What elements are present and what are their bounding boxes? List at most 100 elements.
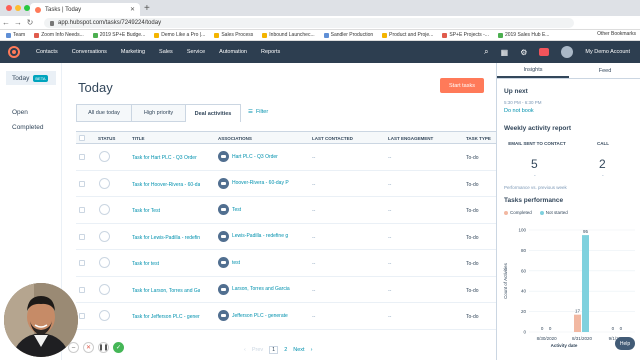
task-title-link[interactable]: Task for Hoover-Rivera - 60-day P <box>132 182 200 188</box>
row-checkbox[interactable] <box>79 180 85 187</box>
nav-contacts[interactable]: Contacts <box>36 49 58 55</box>
bookmark-item[interactable]: Inbound Launchec... <box>262 32 315 38</box>
url-field[interactable]: app.hubspot.com/tasks/7249224/today <box>44 18 574 28</box>
col-task-type[interactable]: TASK TYPE <box>466 136 491 141</box>
row-checkbox[interactable] <box>79 260 85 266</box>
table-row[interactable]: Task for Jefferson PLC - generate Jeffers… <box>76 303 496 330</box>
task-title-link[interactable]: Task for Jefferson PLC - generate <box>132 314 200 320</box>
task-title-link[interactable]: Task for Hart PLC - Q3 Order <box>132 155 200 161</box>
bookmark-item[interactable]: 2019 SP+E Budge... <box>92 32 145 38</box>
bookmark-item[interactable]: Sandler Production <box>323 32 373 38</box>
table-row[interactable]: Task for Hart PLC - Q3 Order Hart PLC - Q… <box>76 144 496 171</box>
nav-completed[interactable]: Completed <box>12 124 43 131</box>
association[interactable]: Lewis-Padilla - redefine g <box>218 230 298 242</box>
status-circle-icon[interactable] <box>99 257 110 268</box>
forward-icon[interactable]: → <box>12 18 24 27</box>
table-row[interactable]: Task for test test -- -- To-do <box>76 250 496 277</box>
association[interactable]: Jefferson PLC - generate <box>218 310 298 321</box>
pause-icon[interactable]: ❚❚ <box>98 342 109 353</box>
col-last-contacted[interactable]: LAST CONTACTED <box>312 136 353 141</box>
status-circle-icon[interactable] <box>99 283 110 295</box>
row-checkbox[interactable] <box>79 233 85 240</box>
bookmark-item[interactable]: Sales Process <box>214 32 253 38</box>
nav-conversations[interactable]: Conversations <box>72 49 107 55</box>
table-row[interactable]: Task for Lewis-Padilla - redefine g Lewis… <box>76 224 496 250</box>
association[interactable]: Hoover-Rivera - 60-day P <box>218 177 298 189</box>
bookmark-item[interactable]: Product and Proje... <box>382 32 433 38</box>
marketplace-icon[interactable]: ▦ <box>501 48 509 57</box>
account-name[interactable]: My Demo Account <box>585 49 630 55</box>
nav-service[interactable]: Service <box>187 49 205 55</box>
bookmark-item[interactable]: 2019 Sales Hub E... <box>497 32 549 38</box>
page-1[interactable]: 1 <box>269 346 279 354</box>
task-title-link[interactable]: Task for Lewis-Padilla - redefine g <box>132 235 200 241</box>
bookmark-item[interactable]: Team <box>6 32 25 38</box>
hubspot-logo-icon[interactable] <box>8 46 20 58</box>
up-next-link[interactable]: Do not book <box>504 108 534 114</box>
minimize-window-icon[interactable] <box>15 5 21 11</box>
avatar[interactable] <box>561 46 574 58</box>
filter-button[interactable]: ☰ Filter <box>248 109 268 115</box>
search-icon[interactable]: ⌕ <box>484 47 488 57</box>
notifications-icon[interactable] <box>539 48 550 56</box>
browser-tab[interactable]: Tasks | Today ✕ <box>30 3 140 16</box>
task-title-link[interactable]: Task for test <box>132 261 200 267</box>
tab-insights[interactable]: Insights <box>497 63 569 78</box>
select-all-checkbox[interactable] <box>79 135 85 141</box>
next-page-link[interactable]: Next <box>293 347 304 353</box>
reload-icon[interactable]: ↻ <box>24 18 36 27</box>
tab-deal-activities[interactable]: Deal activities <box>185 104 241 122</box>
other-bookmarks[interactable]: Other Bookmarks <box>597 31 636 37</box>
row-checkbox[interactable] <box>79 207 85 213</box>
data-label: 0 <box>612 326 615 331</box>
table-row[interactable]: Task for Test Test -- -- To-do <box>76 197 496 224</box>
association[interactable]: Larson, Torres and Garcia <box>218 283 298 295</box>
col-status[interactable]: STATUS <box>98 136 115 141</box>
settings-gear-icon[interactable]: ⚙ <box>520 48 527 57</box>
status-circle-icon[interactable] <box>99 310 110 321</box>
nav-sales[interactable]: Sales <box>159 49 173 55</box>
nav-reports[interactable]: Reports <box>261 49 280 55</box>
row-checkbox[interactable] <box>79 286 85 293</box>
start-tasks-button[interactable]: Start tasks <box>440 78 484 93</box>
tab-all-due-today[interactable]: All due today <box>76 104 131 122</box>
task-title-link[interactable]: Task for Larson, Torres and Garcia <box>132 288 200 294</box>
col-last-engagement[interactable]: LAST ENGAGEMENT <box>388 136 433 141</box>
nav-today[interactable]: Today BETA <box>6 71 56 85</box>
help-button[interactable]: Help <box>615 337 635 350</box>
table-row[interactable]: Task for Larson, Torres and Garcia Larson… <box>76 277 496 303</box>
table-row[interactable]: Task for Hoover-Rivera - 60-day P Hoover-… <box>76 171 496 197</box>
association[interactable]: Test <box>218 204 298 215</box>
tab-feed[interactable]: Feed <box>569 63 640 78</box>
finish-recording-icon[interactable]: ✓ <box>113 342 124 353</box>
task-title-link[interactable]: Task for Test <box>132 208 200 214</box>
minus-icon[interactable]: – <box>68 342 79 353</box>
row-checkbox[interactable] <box>79 313 85 319</box>
nav-automation[interactable]: Automation <box>219 49 247 55</box>
next-chevron-icon[interactable]: › <box>311 347 313 353</box>
insights-sidebar: Insights Feed Up next 5:30 PM - 6:30 PM … <box>496 63 640 360</box>
prev-chevron-icon: ‹ <box>244 347 246 353</box>
col-title[interactable]: TITLE <box>132 136 145 141</box>
status-circle-icon[interactable] <box>99 177 110 189</box>
status-circle-icon[interactable] <box>99 151 110 162</box>
row-checkbox[interactable] <box>79 154 85 160</box>
page-2[interactable]: 2 <box>284 347 287 353</box>
close-tab-icon[interactable]: ✕ <box>130 6 135 13</box>
status-circle-icon[interactable] <box>99 204 110 215</box>
association[interactable]: Hart PLC - Q3 Order <box>218 151 298 162</box>
col-associations[interactable]: ASSOCIATIONS <box>218 136 252 141</box>
nav-open[interactable]: Open <box>12 109 28 116</box>
new-tab-icon[interactable]: + <box>144 3 150 14</box>
deal-icon <box>218 177 229 189</box>
close-window-icon[interactable] <box>6 5 12 11</box>
bookmark-item[interactable]: Demo Like a Pro |... <box>154 32 205 38</box>
association[interactable]: test <box>218 257 298 268</box>
bookmark-item[interactable]: SP+E Projects -... <box>442 32 489 38</box>
nav-marketing[interactable]: Marketing <box>121 49 145 55</box>
tab-high-priority[interactable]: High priority <box>131 104 185 122</box>
status-circle-icon[interactable] <box>99 230 110 242</box>
bookmark-item[interactable]: Zoom Info Needs... <box>34 32 84 38</box>
back-icon[interactable]: ← <box>0 18 12 27</box>
cancel-recording-icon[interactable]: ✕ <box>83 342 94 353</box>
